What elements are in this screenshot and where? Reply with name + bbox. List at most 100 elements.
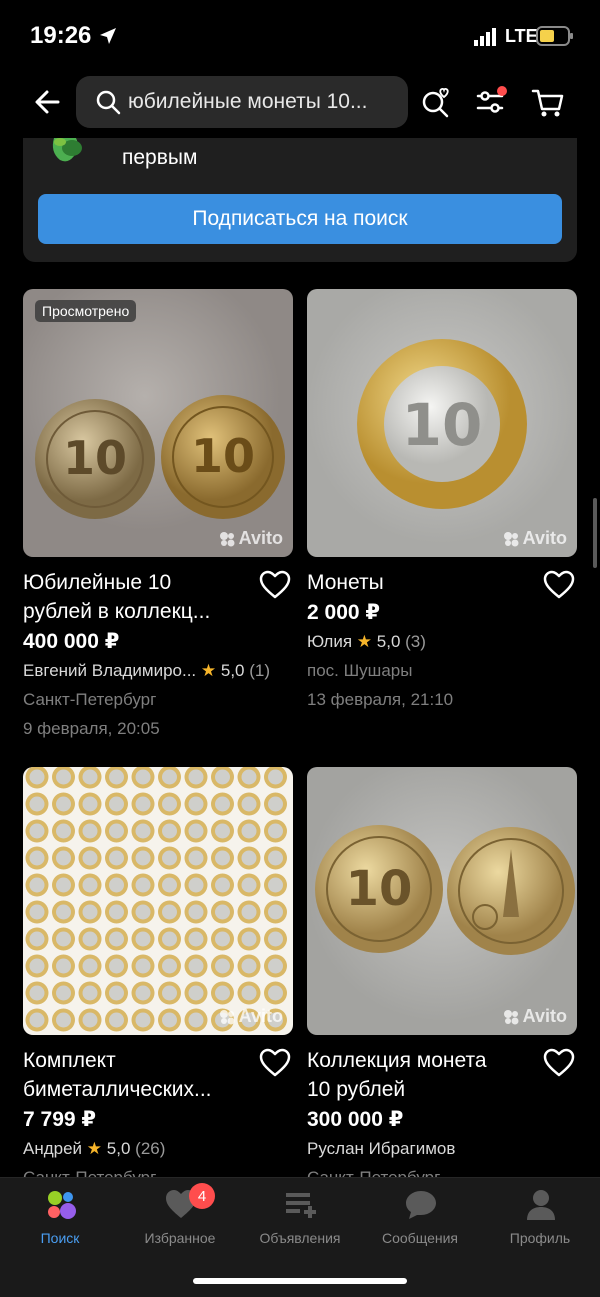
coin-center <box>188 877 204 893</box>
coin-center <box>241 823 257 839</box>
listing-title[interactable]: Комплект биметаллических... <box>23 1046 248 1104</box>
coin-center <box>241 958 257 974</box>
coin-center <box>56 769 71 785</box>
coin-center <box>135 985 151 1001</box>
avito-logo-icon <box>503 531 519 546</box>
coin-center <box>29 1012 45 1028</box>
search-query[interactable]: юбилейные монеты 10... <box>128 90 398 114</box>
coin-center <box>241 850 257 866</box>
listing-price: 2 000 ₽ <box>307 601 380 624</box>
coin-center <box>82 850 98 866</box>
coin-center <box>188 769 204 785</box>
listing-price: 7 799 ₽ <box>23 1108 96 1131</box>
coin-center <box>29 877 45 893</box>
coin-center <box>215 904 230 920</box>
coin-center <box>109 931 124 947</box>
coin-center <box>56 850 71 866</box>
coin-center <box>29 796 45 812</box>
coin-center <box>268 796 283 812</box>
coin-center <box>188 823 204 839</box>
avito-watermark: Avito <box>502 1006 567 1027</box>
coin-center <box>215 769 230 785</box>
viewed-badge: Просмотрено <box>35 300 137 322</box>
listing-card[interactable]: 10 10 Просмотрено Avito Юбилейные 10 рубл… <box>23 289 293 749</box>
coin-center <box>82 904 98 920</box>
seller-info: Евгений Владимиро... ★ 5,0 (1) <box>23 661 271 680</box>
back-arrow-icon[interactable] <box>28 82 68 122</box>
coin-center <box>109 769 124 785</box>
tab-search[interactable]: Поиск <box>0 1178 120 1258</box>
tab-favorites[interactable]: 4 Избранное <box>120 1178 240 1258</box>
avito-logo-icon <box>503 1009 519 1024</box>
scroll-indicator[interactable] <box>593 498 597 568</box>
listing-title[interactable]: Монеты <box>307 568 532 597</box>
coin-center <box>188 904 204 920</box>
svg-text:10: 10 <box>63 431 127 485</box>
favorite-heart-icon[interactable] <box>259 1048 291 1078</box>
coin-center <box>215 877 230 893</box>
tab-listings[interactable]: Объявления <box>240 1178 360 1258</box>
coin-center <box>29 958 45 974</box>
coin-center <box>56 958 71 974</box>
coin-center <box>109 877 124 893</box>
coin-center <box>135 823 151 839</box>
listing-card[interactable]: Avito Комплект биметаллических... 7 799 ₽… <box>23 767 293 1187</box>
coin-center <box>162 904 177 920</box>
coin-center <box>162 931 177 947</box>
listing-photo[interactable]: 10 Avito <box>307 767 577 1035</box>
coin-center <box>135 931 151 947</box>
coin-center <box>268 904 283 920</box>
coin-center <box>135 1012 151 1028</box>
seller-info: Юлия ★ 5,0 (3) <box>307 632 426 651</box>
listing-title[interactable]: Юбилейные 10 рублей в коллекц... <box>23 568 248 626</box>
coin-center <box>241 796 257 812</box>
listing-photo[interactable]: Avito <box>23 767 293 1035</box>
favorite-search-icon[interactable] <box>416 82 456 122</box>
listing-title[interactable]: Коллекция монета 10 рублей <box>307 1046 532 1104</box>
coin-center <box>109 904 124 920</box>
coin-center <box>82 931 98 947</box>
coin-center <box>268 850 283 866</box>
coin-center <box>268 877 283 893</box>
rating-star-icon: ★ <box>86 1139 103 1158</box>
coin-center <box>188 958 204 974</box>
rating-star-icon: ★ <box>356 632 373 651</box>
subscribe-search-button[interactable]: Подписаться на поиск <box>38 194 562 244</box>
avito-watermark: Avito <box>218 528 283 549</box>
avito-logo-icon <box>219 531 235 546</box>
favorite-heart-icon[interactable] <box>259 570 291 600</box>
coin-center <box>56 931 71 947</box>
coin-center <box>109 958 124 974</box>
cart-icon[interactable] <box>528 82 568 122</box>
listing-price: 300 000 ₽ <box>307 1108 404 1131</box>
coin-center <box>29 931 45 947</box>
listing-card[interactable]: 10 Avito Коллекция монета 10 рублей 300 0… <box>307 767 577 1187</box>
coin-center <box>56 877 71 893</box>
coin-center <box>268 931 283 947</box>
coin-center <box>188 985 204 1001</box>
seller-info: Андрей ★ 5,0 (26) <box>23 1139 166 1158</box>
avito-watermark: Avito <box>502 528 567 549</box>
listing-card[interactable]: 10 Avito Монеты 2 000 ₽ Юлия ★ 5,0 (3) п… <box>307 289 577 749</box>
tab-profile[interactable]: Профиль <box>480 1178 600 1258</box>
svg-text:10: 10 <box>191 429 255 483</box>
coin-center <box>109 823 124 839</box>
coin-center <box>215 850 230 866</box>
coin-center <box>29 904 45 920</box>
tab-messages[interactable]: Сообщения <box>360 1178 480 1258</box>
tab-label: Избранное <box>144 1230 216 1246</box>
avito-watermark: Avito <box>218 1006 283 1027</box>
coin-center <box>268 769 283 785</box>
coin-center <box>135 877 151 893</box>
listing-date: 13 февраля, 21:10 <box>307 690 454 709</box>
coin-center <box>135 796 151 812</box>
coin-center <box>215 931 230 947</box>
coin-center <box>135 769 151 785</box>
listing-photo[interactable]: 10 10 Просмотрено Avito <box>23 289 293 557</box>
coin-center <box>241 904 257 920</box>
favorite-heart-icon[interactable] <box>543 1048 575 1078</box>
tab-label: Профиль <box>509 1230 571 1246</box>
filter-active-dot <box>497 86 507 96</box>
favorite-heart-icon[interactable] <box>543 570 575 600</box>
listing-photo[interactable]: 10 Avito <box>307 289 577 557</box>
